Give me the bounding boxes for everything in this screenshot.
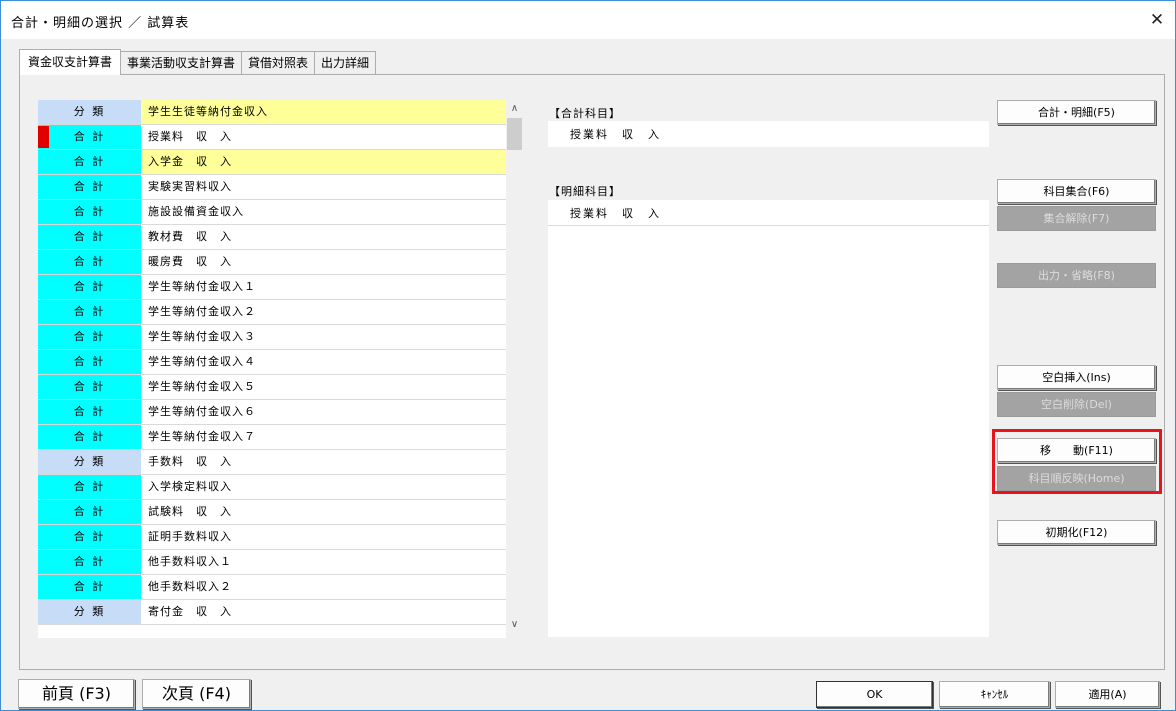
close-icon[interactable]: ✕ — [1147, 10, 1167, 30]
category-cell[interactable]: 分 類 — [38, 450, 141, 474]
tab-1[interactable]: 事業活動収支計算書 — [120, 51, 243, 75]
category-cell[interactable]: 合 計 — [38, 300, 141, 324]
window-title: 合計・明細の選択 ／ 試算表 — [11, 16, 190, 31]
category-cell[interactable]: 合 計 — [38, 575, 141, 599]
grid-row[interactable]: 合 計他手数料収入１ — [38, 550, 506, 575]
grid-row[interactable]: 合 計教材費 収 入 — [38, 225, 506, 250]
grid-row[interactable]: 合 計施設設備資金収入 — [38, 200, 506, 225]
current-row-marker — [38, 126, 49, 148]
grid-row[interactable]: 合 計授業料 収 入 — [38, 125, 506, 150]
grid-row[interactable]: 分 類手数料 収 入 — [38, 450, 506, 475]
account-name-cell[interactable]: 入学金 収 入 — [141, 150, 506, 174]
scroll-up-icon[interactable]: ∧ — [506, 100, 523, 118]
category-cell[interactable]: 分 類 — [38, 100, 141, 124]
account-name-cell[interactable]: 学生生徒等納付金収入 — [141, 100, 506, 124]
scroll-down-icon[interactable]: ∨ — [506, 616, 523, 634]
category-cell[interactable]: 合 計 — [38, 275, 141, 299]
grid-row[interactable]: 合 計学生等納付金収入４ — [38, 350, 506, 375]
kamoku-shugo-button[interactable]: 科目集合(F6) — [997, 179, 1156, 204]
account-name-cell[interactable]: 学生等納付金収入７ — [141, 425, 506, 449]
kuhaku-sonyu-button[interactable]: 空白挿入(Ins) — [997, 365, 1156, 390]
tab-strip: 資金収支計算書 事業活動収支計算書 貸借対照表 出力詳細 — [19, 49, 377, 75]
category-cell[interactable]: 合 計 — [38, 125, 141, 149]
category-cell[interactable]: 合 計 — [38, 525, 141, 549]
grid-row[interactable]: 合 計学生等納付金収入２ — [38, 300, 506, 325]
account-name-cell[interactable]: 手数料 収 入 — [141, 450, 506, 474]
category-cell[interactable]: 合 計 — [38, 375, 141, 399]
grid-row[interactable]: 合 計入学金 収 入 — [38, 150, 506, 175]
grid-row[interactable]: 合 計試験料 収 入 — [38, 500, 506, 525]
tab-0[interactable]: 資金収支計算書 — [19, 49, 122, 75]
category-cell[interactable]: 合 計 — [38, 150, 141, 174]
grid-scrollbar[interactable]: ∧ ∨ — [506, 100, 523, 634]
ok-button[interactable]: OK — [816, 681, 933, 708]
goukei-meisai-button[interactable]: 合計・明細(F5) — [997, 100, 1156, 125]
focus-highlight-frame — [992, 429, 1162, 494]
category-cell[interactable]: 合 計 — [38, 500, 141, 524]
goukei-value: 授業料 収 入 — [570, 128, 661, 141]
account-name-cell[interactable]: 授業料 収 入 — [141, 125, 506, 149]
account-name-cell[interactable]: 試験料 収 入 — [141, 500, 506, 524]
meisai-row[interactable]: 授業料 収 入 — [548, 200, 989, 226]
grid-row[interactable]: 合 計学生等納付金収入６ — [38, 400, 506, 425]
account-name-cell[interactable]: 寄付金 収 入 — [141, 600, 506, 624]
category-cell[interactable]: 合 計 — [38, 400, 141, 424]
account-name-cell[interactable]: 学生等納付金収入１ — [141, 275, 506, 299]
account-name-cell[interactable]: 学生等納付金収入５ — [141, 375, 506, 399]
dialog-window: 合計・明細の選択 ／ 試算表 ✕ 資金収支計算書 事業活動収支計算書 貸借対照表 出力… — [0, 0, 1176, 711]
grid-row[interactable]: 合 計実験実習料収入 — [38, 175, 506, 200]
account-grid[interactable]: 分 類学生生徒等納付金収入合 計授業料 収 入合 計入学金 収 入合 計実験実習… — [38, 100, 506, 638]
shokika-button[interactable]: 初期化(F12) — [997, 520, 1156, 545]
account-name-cell[interactable]: 入学検定料収入 — [141, 475, 506, 499]
category-cell[interactable]: 合 計 — [38, 225, 141, 249]
shugo-kaijo-button[interactable]: 集合解除(F7) — [997, 206, 1156, 231]
category-cell[interactable]: 合 計 — [38, 250, 141, 274]
goukei-field: 授業料 収 入 — [548, 121, 989, 147]
grid-row[interactable]: 合 計入学検定料収入 — [38, 475, 506, 500]
account-name-cell[interactable]: 学生等納付金収入４ — [141, 350, 506, 374]
meisai-section-label: 【明細科目】 — [549, 185, 621, 198]
account-name-cell[interactable]: 教材費 収 入 — [141, 225, 506, 249]
grid-row[interactable]: 合 計暖房費 収 入 — [38, 250, 506, 275]
category-cell[interactable]: 合 計 — [38, 175, 141, 199]
prev-page-button[interactable]: 前頁 (F3) — [18, 679, 135, 709]
account-name-cell[interactable]: 他手数料収入１ — [141, 550, 506, 574]
grid-row[interactable]: 合 計他手数料収入２ — [38, 575, 506, 600]
tab-3[interactable]: 出力詳細 — [314, 51, 377, 75]
grid-row[interactable]: 合 計学生等納付金収入５ — [38, 375, 506, 400]
account-name-cell[interactable]: 証明手数料収入 — [141, 525, 506, 549]
account-name-cell[interactable]: 施設設備資金収入 — [141, 200, 506, 224]
grid-row[interactable]: 合 計学生等納付金収入１ — [38, 275, 506, 300]
cancel-button[interactable]: ｷｬﾝｾﾙ — [939, 681, 1050, 708]
grid-row[interactable]: 合 計証明手数料収入 — [38, 525, 506, 550]
category-cell[interactable]: 合 計 — [38, 325, 141, 349]
account-name-cell[interactable]: 他手数料収入２ — [141, 575, 506, 599]
next-page-button[interactable]: 次頁 (F4) — [142, 679, 251, 709]
tab-2[interactable]: 貸借対照表 — [241, 51, 316, 75]
account-name-cell[interactable]: 学生等納付金収入３ — [141, 325, 506, 349]
grid-row[interactable]: 分 類寄付金 収 入 — [38, 600, 506, 625]
category-cell[interactable]: 合 計 — [38, 475, 141, 499]
grid-row[interactable]: 分 類学生生徒等納付金収入 — [38, 100, 506, 125]
account-name-cell[interactable]: 暖房費 収 入 — [141, 250, 506, 274]
category-cell[interactable]: 合 計 — [38, 425, 141, 449]
account-name-cell[interactable]: 学生等納付金収入６ — [141, 400, 506, 424]
scroll-thumb[interactable] — [507, 118, 522, 150]
kuhaku-sakujo-button[interactable]: 空白削除(Del) — [997, 392, 1156, 417]
title-bar: 合計・明細の選択 ／ 試算表 ✕ — [1, 1, 1175, 39]
account-name-cell[interactable]: 実験実習料収入 — [141, 175, 506, 199]
category-cell[interactable]: 合 計 — [38, 350, 141, 374]
category-cell[interactable]: 合 計 — [38, 200, 141, 224]
account-name-cell[interactable]: 学生等納付金収入２ — [141, 300, 506, 324]
category-cell[interactable]: 分 類 — [38, 600, 141, 624]
meisai-value: 授業料 収 入 — [570, 207, 661, 220]
meisai-list[interactable]: 授業料 収 入 — [548, 200, 989, 637]
grid-row[interactable]: 合 計学生等納付金収入７ — [38, 425, 506, 450]
grid-row[interactable]: 合 計学生等納付金収入３ — [38, 325, 506, 350]
shutsuryoku-shoryaku-button[interactable]: 出力・省略(F8) — [997, 263, 1156, 288]
goukei-section-label: 【合計科目】 — [549, 107, 621, 120]
apply-button[interactable]: 適用(A) — [1055, 681, 1160, 708]
category-cell[interactable]: 合 計 — [38, 550, 141, 574]
